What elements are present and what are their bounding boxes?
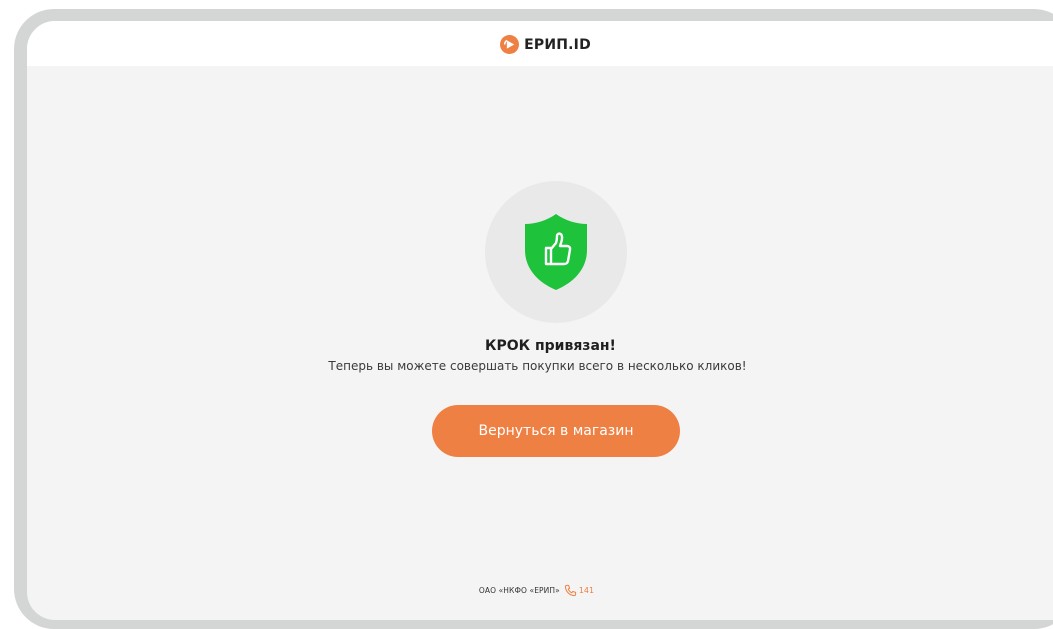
shield-thumbs-up-icon [525,214,587,290]
device-frame: ЕРИП.ID КРОК привязан! Теперь вы можете … [14,9,1053,629]
company-name: ОАО «НКФО «ЕРИП» [478,586,560,595]
header: ЕРИП.ID [27,21,1053,66]
phone-icon [564,584,576,597]
status-title: КРОК привязан! [485,338,616,354]
logo-text: ЕРИП.ID [524,36,591,53]
return-to-shop-button[interactable]: Вернуться в магазин [432,405,680,457]
logo[interactable]: ЕРИП.ID [500,35,591,54]
erip-logo-icon [500,35,520,54]
phone-number: 141 [578,586,595,595]
footer: ОАО «НКФО «ЕРИП» 141 [27,584,1053,597]
app-screen: ЕРИП.ID КРОК привязан! Теперь вы можете … [27,21,1053,620]
status-message: Теперь вы можете совершать покупки всего… [328,359,747,373]
success-badge [485,181,627,323]
phone-link[interactable]: 141 [564,584,594,597]
